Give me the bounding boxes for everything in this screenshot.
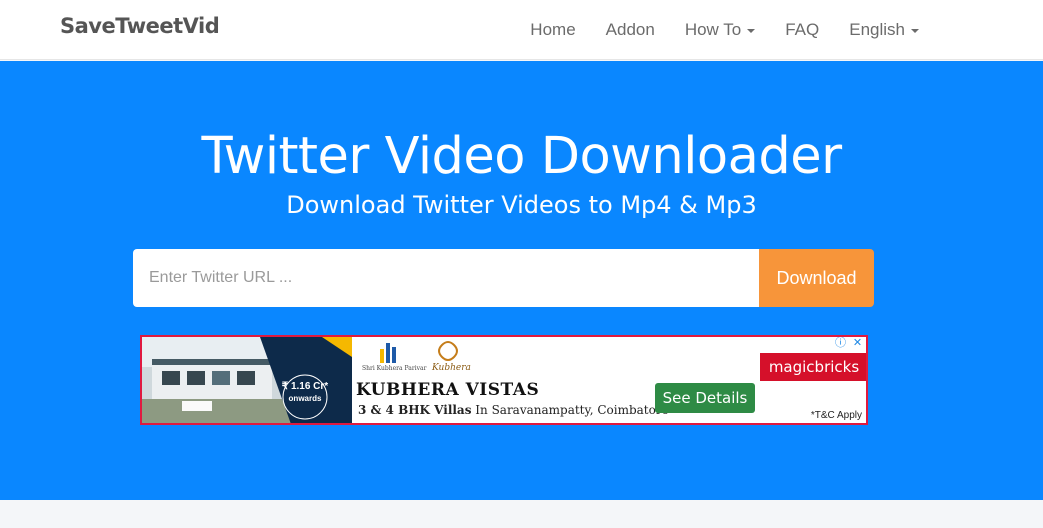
ad-logos: Shri Kubhera Parivar Kubhera	[362, 339, 482, 375]
url-form: Download	[133, 249, 874, 307]
page-title: Twitter Video Downloader	[201, 127, 842, 186]
download-button[interactable]: Download	[759, 249, 874, 307]
ad-logo-left-text: Shri Kubhera Parivar	[362, 365, 427, 372]
ad-banner[interactable]: ₹ 1.16 Cr* onwards Shri Kubhera Parivar …	[140, 335, 868, 425]
nav-how-to-label: How To	[684, 20, 742, 39]
ad-price: ₹ 1.16 Cr*	[281, 381, 329, 392]
ad-controls: ⓘ ✕	[834, 337, 864, 350]
adchoices-icon[interactable]: ⓘ	[834, 337, 847, 350]
price-badge: ₹ 1.16 Cr* onwards	[272, 373, 338, 421]
hero-section: Twitter Video Downloader Download Twitte…	[0, 61, 1043, 500]
ad-title: KUBHERA VISTAS	[356, 380, 540, 400]
twitter-url-input[interactable]	[133, 249, 759, 307]
top-navbar: SaveTweetVid Home Addon How To FAQ Engli…	[0, 0, 1043, 60]
nav-faq[interactable]: FAQ	[770, 20, 834, 40]
nav-home-label: Home	[530, 20, 576, 39]
ad-subtitle: 3 & 4 BHK Villas In Saravanampatty, Coim…	[358, 403, 669, 417]
ad-subtitle-rest: In Saravanampatty, Coimbatore	[471, 403, 669, 417]
nav-home[interactable]: Home	[515, 20, 590, 40]
ad-brand-logo: magicbricks	[760, 353, 866, 381]
nav-menu: Home Addon How To FAQ English	[515, 0, 934, 60]
page-subtitle: Download Twitter Videos to Mp4 & Mp3	[286, 191, 757, 219]
nav-language-label: English	[849, 20, 905, 39]
ad-price-sub: onwards	[288, 394, 322, 403]
ad-terms: *T&C Apply	[810, 410, 862, 421]
ad-logo-right-text: Kubhera	[432, 363, 471, 373]
close-icon[interactable]: ✕	[851, 337, 864, 350]
nav-language[interactable]: English	[834, 20, 934, 40]
nav-addon[interactable]: Addon	[591, 20, 670, 40]
nav-addon-label: Addon	[605, 20, 655, 39]
ad-subtitle-bold: 3 & 4 BHK Villas	[358, 403, 472, 417]
brand-logo[interactable]: SaveTweetVid	[60, 14, 220, 38]
nav-how-to[interactable]: How To	[670, 20, 770, 40]
ad-see-details-button[interactable]: See Details	[655, 383, 755, 413]
nav-faq-label: FAQ	[785, 20, 820, 39]
caret-down-icon	[911, 29, 919, 33]
caret-down-icon	[747, 29, 756, 33]
